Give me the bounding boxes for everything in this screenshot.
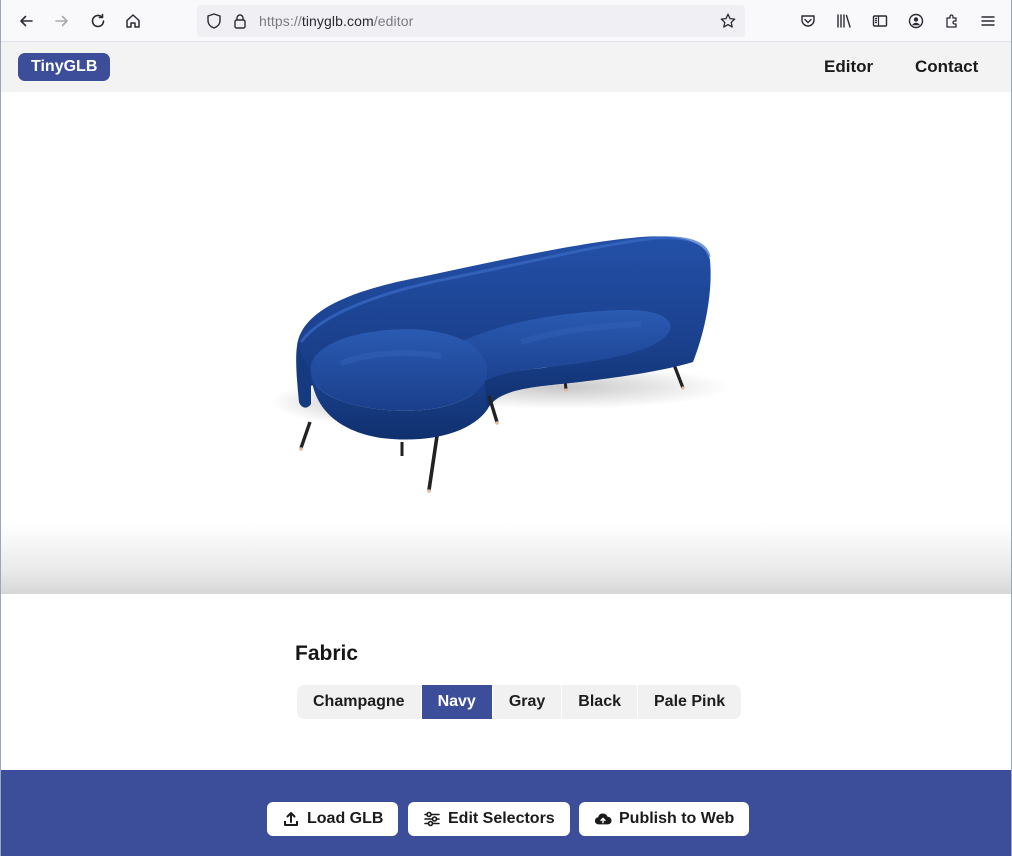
edit-selectors-label: Edit Selectors — [448, 810, 555, 827]
edit-selectors-button[interactable]: Edit Selectors — [408, 802, 570, 836]
option-navy[interactable]: Navy — [421, 685, 493, 719]
model-viewer[interactable] — [1, 92, 1011, 594]
load-glb-button[interactable]: Load GLB — [267, 802, 399, 836]
extensions-button[interactable] — [937, 6, 967, 36]
hamburger-icon — [981, 16, 995, 26]
home-button[interactable] — [118, 6, 148, 36]
back-button[interactable] — [11, 6, 41, 36]
url-bar[interactable]: https://tinyglb.com/editor — [197, 5, 745, 37]
library-icon — [837, 14, 851, 28]
publish-label: Publish to Web — [619, 810, 735, 827]
puzzle-icon — [946, 14, 957, 28]
option-pale-pink[interactable]: Pale Pink — [638, 685, 741, 719]
site-header: TinyGLB Editor Contact — [1, 42, 1011, 92]
cloud-upload-icon — [594, 813, 612, 825]
nav-editor[interactable]: Editor — [824, 57, 873, 77]
shield-icon[interactable] — [205, 12, 223, 30]
library-button[interactable] — [829, 6, 859, 36]
reload-icon — [91, 13, 105, 28]
sidebar-icon — [872, 15, 888, 27]
arrow-right-icon — [55, 15, 68, 27]
url-text[interactable]: https://tinyglb.com/editor — [259, 13, 413, 29]
menu-button[interactable] — [973, 6, 1003, 36]
account-button[interactable] — [901, 6, 931, 36]
load-glb-label: Load GLB — [307, 810, 384, 827]
publish-button[interactable]: Publish to Web — [579, 802, 750, 836]
forward-button[interactable] — [47, 6, 77, 36]
account-icon — [908, 13, 924, 29]
upload-icon — [284, 812, 298, 826]
option-gray[interactable]: Gray — [493, 685, 563, 719]
fabric-selector: Champagne Navy Gray Black Pale Pink — [297, 685, 742, 719]
sidebar-button[interactable] — [865, 6, 895, 36]
home-icon — [126, 14, 140, 28]
pocket-button[interactable] — [793, 6, 823, 36]
star-icon[interactable] — [719, 12, 737, 30]
option-champagne[interactable]: Champagne — [297, 685, 422, 719]
reload-button[interactable] — [83, 6, 113, 36]
sliders-icon — [424, 811, 440, 827]
option-black[interactable]: Black — [562, 685, 638, 719]
brand-logo[interactable]: TinyGLB — [18, 53, 111, 81]
selector-title: Fabric — [295, 642, 359, 665]
action-bar: Load GLB Edit Selectors Publish to Web — [1, 770, 1011, 856]
pocket-icon — [801, 15, 815, 27]
sofa-model[interactable] — [1, 92, 1011, 594]
nav-contact[interactable]: Contact — [915, 57, 978, 77]
arrow-left-icon — [20, 15, 33, 27]
browser-toolbar: https://tinyglb.com/editor — [1, 0, 1011, 42]
lock-icon[interactable] — [231, 12, 249, 30]
